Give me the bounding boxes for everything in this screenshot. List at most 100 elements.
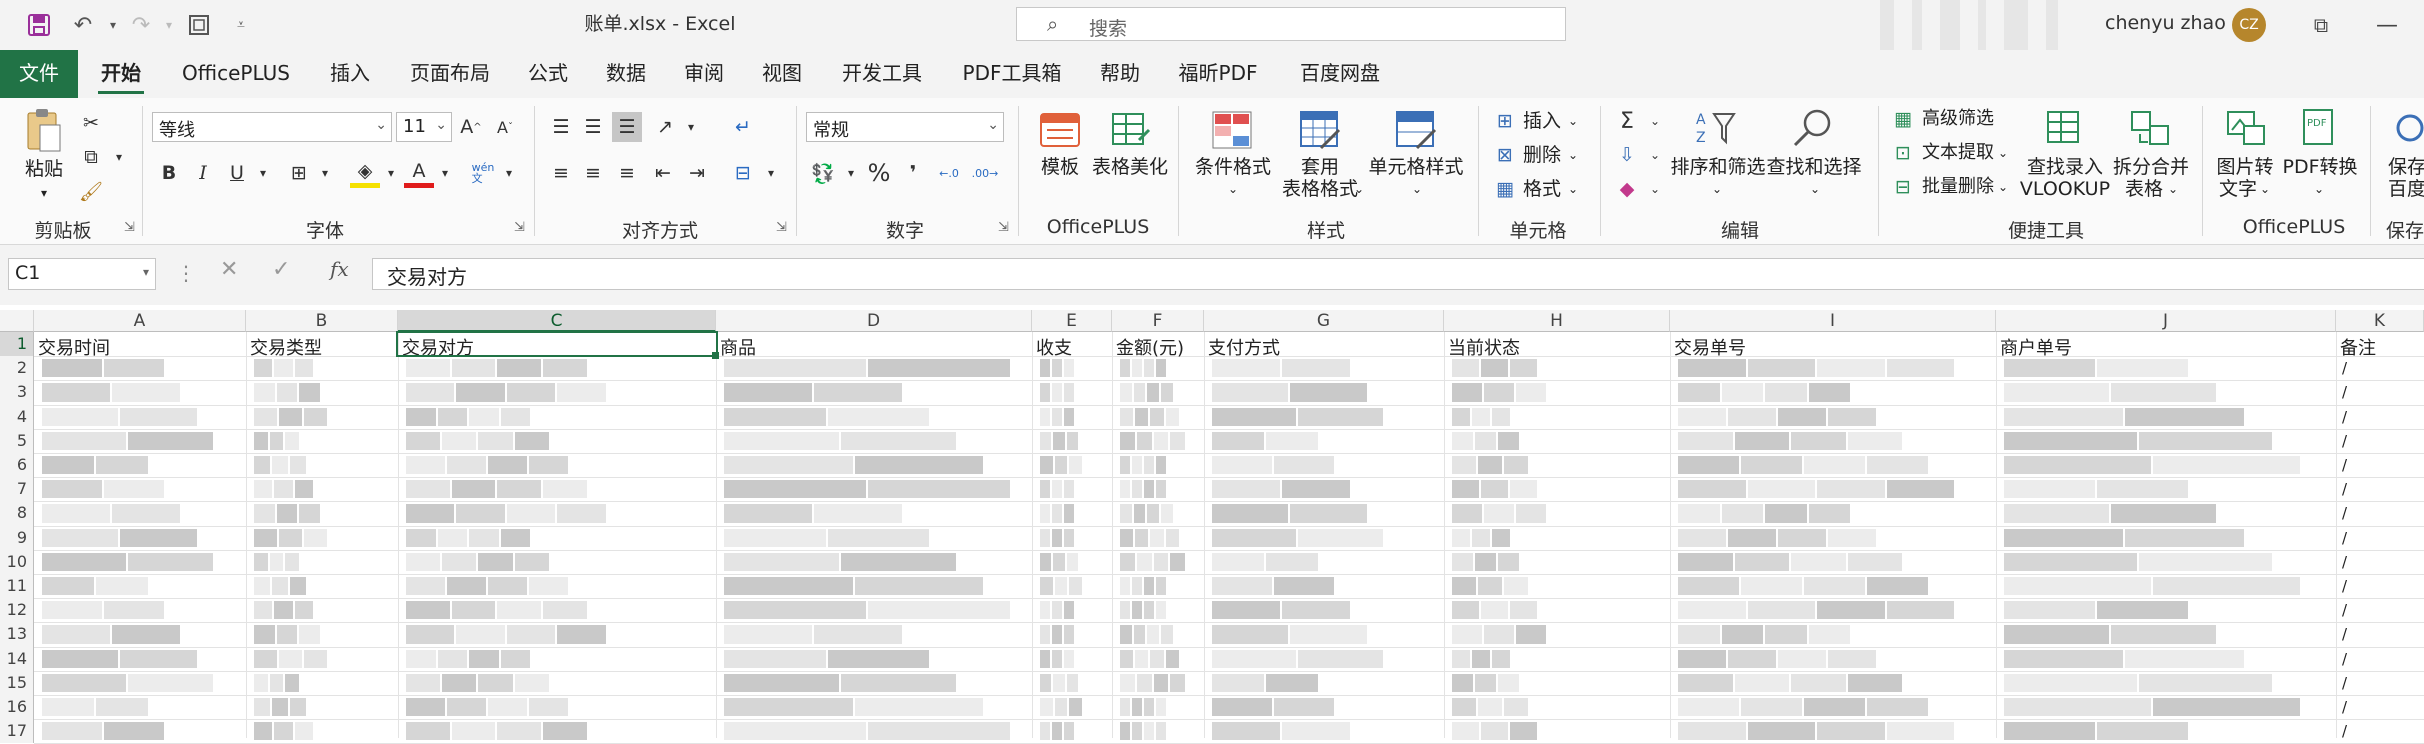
row-header-6[interactable]: 6 [0,453,34,478]
column-header-j[interactable]: J [1996,310,2336,332]
bold-button[interactable]: B [154,158,184,188]
header-cell-i[interactable]: 交易单号 [1674,334,1994,360]
remark-cell[interactable]: / [2342,674,2347,692]
vlookup-line1[interactable]: 查找录入 [2022,156,2108,178]
row-header-2[interactable]: 2 [0,356,34,381]
format-as-table-icon[interactable] [1296,108,1344,152]
format-table-dropdown-icon[interactable]: ⌄ [1352,178,1366,200]
accounting-format-icon[interactable]: 💱 [808,158,838,188]
comma-style-icon[interactable]: ❜ [898,158,928,188]
header-cell-g[interactable]: 支付方式 [1208,334,1442,360]
italic-button[interactable]: I [188,158,218,188]
select-all-corner[interactable] [0,310,34,332]
find-select-button[interactable]: 查找和选择 [1766,156,1862,178]
search-input[interactable]: ⌕ 搜索 [1016,7,1566,41]
increase-decimal-icon[interactable]: ←.0 [934,158,964,188]
template-icon[interactable] [1036,108,1084,152]
orientation-dropdown-icon[interactable]: ▾ [676,112,706,142]
align-middle-icon[interactable]: ☰ [578,112,608,142]
tab-formulas[interactable]: 公式 [520,50,576,98]
align-bottom-icon[interactable]: ☰ [612,112,642,142]
cut-icon[interactable]: ✂ [76,108,106,138]
font-name-select[interactable]: 等线 ⌄ [152,112,392,142]
remark-cell[interactable]: / [2342,432,2347,450]
merge-dropdown-icon[interactable]: ▾ [756,158,786,188]
conditional-formatting-button[interactable]: 条件格式 [1192,156,1274,178]
column-header-e[interactable]: E [1032,310,1112,332]
form-icon[interactable] [184,10,214,40]
conditional-dropdown-icon[interactable]: ⌄ [1226,178,1240,200]
text-extract-button[interactable]: 文本提取 [1918,142,1998,164]
format-painter-icon[interactable]: 🖌 [76,176,106,206]
decrease-font-icon[interactable]: Aˇ [490,112,520,142]
row-header-1[interactable]: 1 [0,332,34,357]
undo-icon[interactable]: ↶ [68,10,98,40]
column-header-b[interactable]: B [246,310,398,332]
tab-page-layout[interactable]: 页面布局 [400,50,500,98]
align-left-icon[interactable]: ≡ [546,158,576,188]
tab-file[interactable]: 文件 [0,50,78,98]
remark-cell[interactable]: / [2342,625,2347,643]
row-header-9[interactable]: 9 [0,525,34,550]
row-header-5[interactable]: 5 [0,428,34,453]
column-header-d[interactable]: D [716,310,1032,332]
align-right-icon[interactable]: ≡ [612,158,642,188]
merge-center-icon[interactable]: ⊟ [728,158,758,188]
sort-filter-icon[interactable]: AZ [1692,106,1740,150]
alignment-launcher-icon[interactable]: ⇲ [776,220,787,235]
tab-review[interactable]: 审阅 [676,50,732,98]
format-dropdown-icon[interactable]: ⌄ [1566,178,1580,200]
advanced-filter-button[interactable]: 高级筛选 [1918,108,1998,130]
text-extract-dropdown-icon[interactable]: ⌄ [1996,142,2010,164]
formula-input[interactable]: 交易对方 [372,258,2424,290]
user-name[interactable]: chenyu zhao [2105,12,2226,34]
remark-cell[interactable]: / [2342,722,2347,740]
cell-styles-icon[interactable] [1392,108,1440,152]
row-header-17[interactable]: 17 [0,719,34,744]
tab-view[interactable]: 视图 [754,50,810,98]
header-cell-f[interactable]: 金额(元) [1116,334,1202,360]
remark-cell[interactable]: / [2342,650,2347,668]
format-as-table-line1[interactable]: 套用 [1296,156,1344,178]
copy-icon[interactable]: ⧉ [76,142,106,172]
remark-cell[interactable]: / [2342,698,2347,716]
remark-cell[interactable]: / [2342,553,2347,571]
clear-dropdown-icon[interactable]: ⌄ [1640,174,1670,204]
wrap-text-icon[interactable]: ↵ [728,112,758,142]
autosum-icon[interactable]: Σ [1612,106,1642,136]
redo-icon[interactable]: ↷ [126,10,156,40]
split-merge-icon[interactable] [2126,106,2174,150]
tab-foxit-pdf[interactable]: 福昕PDF [1170,50,1266,98]
image-to-text-icon[interactable] [2222,106,2270,150]
avatar[interactable]: CZ [2232,8,2266,42]
font-size-select[interactable]: 11 ⌄ [396,112,452,142]
row-header-3[interactable]: 3 [0,380,34,405]
header-cell-e[interactable]: 收支 [1036,334,1110,360]
vlookup-line2[interactable]: VLOOKUP [2018,178,2112,200]
cell-styles-dropdown-icon[interactable]: ⌄ [1410,178,1424,200]
remark-cell[interactable]: / [2342,408,2347,426]
find-select-dropdown-icon[interactable]: ⌄ [1808,178,1822,200]
remark-cell[interactable]: / [2342,480,2347,498]
enter-icon[interactable]: ✓ [272,257,290,282]
batch-delete-icon[interactable]: ⊟ [1888,172,1918,202]
row-header-11[interactable]: 11 [0,574,34,599]
row-header-7[interactable]: 7 [0,477,34,502]
insert-function-icon[interactable]: fx [330,257,349,281]
number-format-select[interactable]: 常规 ⌄ [806,112,1004,142]
delete-dropdown-icon[interactable]: ⌄ [1566,144,1580,166]
batch-delete-dropdown-icon[interactable]: ⌄ [1996,176,2010,198]
cancel-icon[interactable]: ✕ [220,257,238,282]
header-cell-k[interactable]: 备注 [2340,334,2422,360]
increase-font-icon[interactable]: A ^ [456,112,486,142]
font-color-dropdown-icon[interactable]: ▾ [430,158,460,188]
clipboard-launcher-icon[interactable]: ⇲ [124,220,135,235]
image-to-text-line2[interactable]: 文字 [2216,178,2260,200]
column-header-c[interactable]: C [398,310,716,332]
ribbon-display-options-icon[interactable]: ⧉ [2306,10,2336,40]
pdf-convert-dropdown-icon[interactable]: ⌄ [2312,178,2326,200]
clear-icon[interactable]: ◆ [1612,174,1642,204]
fill-color-dropdown-icon[interactable]: ▾ [376,158,406,188]
remark-cell[interactable]: / [2342,577,2347,595]
fill-dropdown-icon[interactable]: ⌄ [1640,140,1670,170]
